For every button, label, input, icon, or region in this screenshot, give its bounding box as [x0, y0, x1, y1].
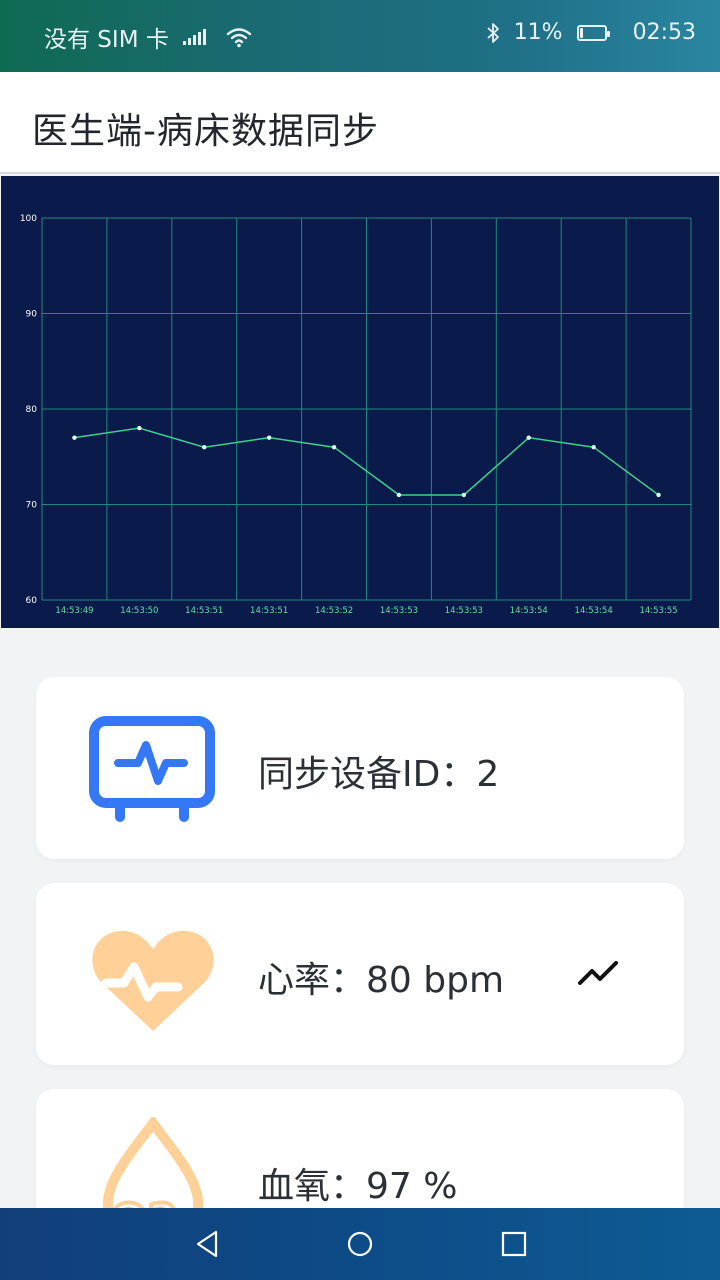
x-tick-label: 14:53:50 [120, 606, 158, 616]
blood-oxygen-label: 血氧：97 % [258, 1166, 458, 1207]
recent-apps-icon[interactable] [496, 1226, 532, 1262]
y-tick-label: 60 [26, 596, 38, 606]
data-point [202, 445, 207, 450]
data-point [266, 435, 272, 440]
page-title: 医生端-病床数据同步 [32, 111, 379, 152]
heart-pulse-icon [92, 930, 214, 1031]
data-point [137, 425, 142, 431]
trend-icon[interactable] [576, 955, 620, 991]
status-bar: 没有 SIM 卡 11% 02:53 [0, 0, 720, 72]
device-card[interactable]: 同步设备ID：2 [36, 677, 684, 859]
x-tick-label: 14:53:53 [380, 606, 418, 616]
x-tick-label: 14:53:52 [315, 606, 353, 616]
x-tick-label: 14:53:53 [445, 606, 483, 616]
x-tick-label: 14:53:49 [55, 606, 93, 616]
carrier-text: 没有 SIM 卡 [44, 27, 169, 53]
heart-rate-card[interactable]: 心率：80 bpm [36, 883, 684, 1065]
wifi-icon [226, 28, 252, 48]
system-nav-bar [0, 1208, 720, 1280]
status-left: 没有 SIM 卡 [44, 20, 252, 54]
monitor-pulse-icon [89, 716, 215, 822]
device-id-label: 同步设备ID：2 [258, 754, 500, 795]
app-header: 医生端-病床数据同步 [0, 72, 720, 174]
data-point [656, 492, 661, 498]
y-tick-label: 100 [20, 214, 37, 224]
data-point [461, 492, 467, 498]
x-tick-label: 14:53:51 [250, 606, 288, 616]
status-right: 11% 02:53 [486, 20, 696, 45]
clock: 02:53 [632, 20, 696, 45]
bluetooth-icon [487, 22, 499, 43]
battery-percent: 11% [513, 20, 563, 45]
y-tick-label: 90 [26, 310, 38, 320]
x-tick-label: 14:53:54 [510, 606, 548, 616]
data-point [396, 492, 402, 498]
home-icon[interactable] [342, 1226, 378, 1262]
heart-rate-chart: 100 90 80 70 60 14:53:49 14:53:50 14:53:51 14:53… [1, 176, 719, 628]
y-tick-label: 70 [26, 501, 38, 511]
data-point [591, 445, 596, 450]
data-point [526, 435, 531, 440]
signal-icon [182, 29, 206, 45]
back-icon[interactable] [190, 1226, 226, 1262]
data-point [331, 445, 337, 450]
heart-rate-label: 心率：80 bpm [258, 960, 505, 1001]
data-point [72, 435, 77, 440]
x-tick-label: 14:53:54 [575, 606, 613, 616]
y-tick-label: 80 [26, 405, 38, 415]
chart-svg: 100 90 80 70 60 14:53:49 14:53:50 14:53:51 14:53… [20, 214, 692, 616]
x-tick-label: 14:53:55 [639, 606, 677, 616]
battery-icon [576, 24, 610, 41]
x-tick-label: 14:53:51 [185, 606, 223, 616]
